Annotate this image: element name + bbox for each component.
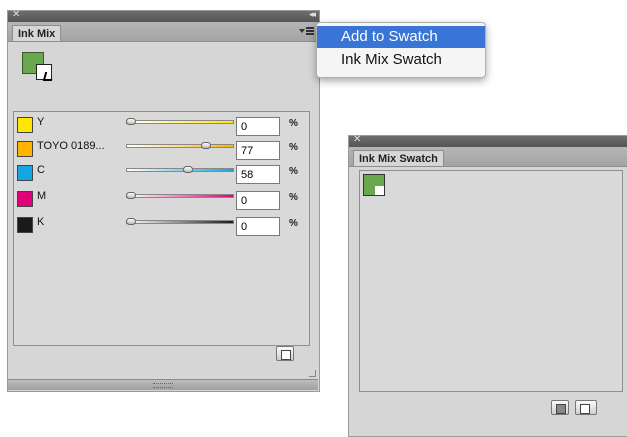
ink-color-chip	[17, 191, 33, 207]
ink-slider-track[interactable]	[126, 194, 234, 198]
percent-unit-label: %	[289, 118, 298, 129]
percent-unit-label: %	[289, 218, 298, 229]
triangle-down-icon	[299, 29, 305, 33]
ink-percent-field[interactable]: 0	[236, 217, 280, 236]
menu-item-ink-mix-swatch[interactable]: Ink Mix Swatch	[317, 49, 485, 71]
panel-titlebar[interactable]: ✕	[349, 134, 627, 147]
ink-color-chip	[17, 165, 33, 181]
ink-color-chip	[17, 217, 33, 233]
ink-slider-track[interactable]	[126, 220, 234, 224]
ink-percent-field[interactable]: 0	[236, 117, 280, 136]
close-icon[interactable]: ✕	[12, 9, 20, 20]
delete-swatch-button[interactable]	[575, 400, 597, 415]
panel-titlebar[interactable]: ✕ ◂◂	[8, 9, 319, 22]
ink-mix-swatch-panel: ✕ Ink Mix Swatch	[348, 134, 627, 437]
ink-color-chip	[17, 117, 33, 133]
new-swatch-button[interactable]	[276, 346, 294, 361]
ink-slider-thumb[interactable]	[126, 218, 136, 225]
swatch-tint-chip	[375, 186, 384, 195]
panel-bottom-bar[interactable]	[8, 379, 318, 390]
ink-row-toyo: TOYO 0189... 77 %	[14, 139, 309, 161]
percent-unit-label: %	[289, 166, 298, 177]
ink-row-c: C 58 %	[14, 163, 309, 185]
ink-name-label: K	[37, 216, 45, 228]
swatch-item[interactable]	[363, 174, 385, 196]
tab-strip: Ink Mix Swatch	[349, 147, 627, 167]
panel-flyout-menu: Add to Swatch Ink Mix Swatch	[316, 22, 486, 78]
swatch-options-button[interactable]	[551, 400, 569, 415]
collapse-icon[interactable]: ◂◂	[309, 9, 316, 20]
menu-item-add-to-swatch[interactable]: Add to Swatch	[317, 26, 485, 48]
ink-percent-field[interactable]: 77	[236, 141, 280, 160]
ink-slider-track[interactable]	[126, 144, 234, 148]
ink-slider-thumb[interactable]	[126, 118, 136, 125]
close-icon[interactable]: ✕	[353, 134, 361, 145]
ink-row-m: M 0 %	[14, 189, 309, 211]
ink-percent-field[interactable]: 0	[236, 191, 280, 210]
ink-slider-track[interactable]	[126, 120, 234, 124]
new-document-icon	[281, 350, 291, 360]
ink-slider-thumb[interactable]	[126, 192, 136, 199]
percent-unit-label: %	[289, 192, 298, 203]
tab-strip: Ink Mix	[8, 22, 319, 42]
drag-handle-icon[interactable]	[153, 383, 173, 388]
ink-color-chip	[17, 141, 33, 157]
ink-row-k: K 0 %	[14, 215, 309, 237]
ink-percent-field[interactable]: 58	[236, 165, 280, 184]
percent-unit-label: %	[289, 142, 298, 153]
swatch-options-icon	[556, 404, 566, 414]
tab-ink-mix-swatch[interactable]: Ink Mix Swatch	[353, 150, 444, 166]
ink-slider-thumb[interactable]	[182, 166, 193, 173]
ink-name-label: C	[37, 164, 45, 176]
ink-list: Y 0 % TOYO 0189... 77 % C 58 % M 0 % K 0…	[13, 111, 310, 346]
ink-name-label: Y	[37, 116, 45, 128]
tab-ink-mix[interactable]: Ink Mix	[12, 25, 62, 41]
swatch-list	[359, 170, 623, 392]
ink-name-label: TOYO 0189...	[37, 140, 105, 152]
ink-slider-thumb[interactable]	[201, 142, 212, 149]
panel-menu-button[interactable]	[299, 25, 315, 37]
ink-slider-track[interactable]	[126, 168, 234, 172]
ink-name-label: M	[37, 190, 47, 202]
resize-grip-icon[interactable]	[309, 370, 316, 377]
ink-row-y: Y 0 %	[14, 115, 309, 137]
delete-icon	[580, 404, 590, 414]
